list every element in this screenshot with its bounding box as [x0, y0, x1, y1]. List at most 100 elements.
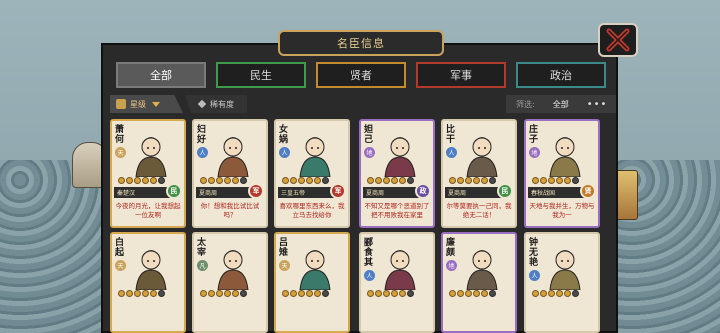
tab-military[interactable]: 军事 — [416, 62, 506, 88]
minister-quote: 喜欢哪里东西来么，我立马去找给你 — [279, 202, 345, 219]
star-icon — [134, 290, 141, 297]
close-icon — [606, 28, 630, 52]
star-icon — [572, 290, 579, 297]
minister-card[interactable]: 妲己地夏商周政不知又是哪个恶道别了把不用败我在家里 — [359, 119, 435, 228]
star-icon — [126, 290, 133, 297]
sort-by-star-dropdown[interactable]: 星级 — [110, 95, 183, 113]
sort-by-rarity-button[interactable]: 稀有度 — [185, 95, 247, 113]
star-icon — [134, 177, 141, 184]
minister-card[interactable]: 萧何天秦楚汉民今夜的月光，让我想起一位友啊 — [110, 119, 186, 228]
star-icon — [158, 290, 165, 297]
minister-name: 妲己 — [364, 125, 374, 145]
star-icon — [407, 177, 414, 184]
tab-all[interactable]: 全部 — [116, 62, 206, 88]
star-icon — [481, 290, 488, 297]
minister-card[interactable]: 郦食其人 — [359, 232, 435, 333]
rarity-label: 稀有度 — [210, 99, 234, 109]
star-icon — [208, 177, 215, 184]
star-icon — [126, 177, 133, 184]
star-icon — [489, 290, 496, 297]
character-portrait — [549, 250, 581, 290]
star-icon — [282, 290, 289, 297]
minister-card[interactable]: 太宰凡 — [192, 232, 268, 333]
minister-name: 太宰 — [197, 238, 207, 258]
diamond-icon — [197, 99, 207, 109]
filter-value: 全部 — [552, 99, 569, 109]
filter-dropdown[interactable]: 筛选: 全部 ••• — [506, 95, 616, 113]
star-icon — [481, 177, 488, 184]
star-icon — [391, 177, 398, 184]
dropdown-arrow-icon — [152, 101, 160, 107]
star-icon — [290, 177, 297, 184]
star-icon — [118, 177, 125, 184]
star-icon — [322, 177, 329, 184]
minister-card[interactable]: 女娲人三皇五帝军喜欢哪里东西来么，我立马去找给你 — [274, 119, 350, 228]
star-icon — [298, 290, 305, 297]
filter-bar: 星级 稀有度 筛选: 全部 ••• — [110, 95, 616, 113]
minister-name: 萧何 — [115, 125, 125, 145]
more-options-icon[interactable]: ••• — [587, 99, 608, 110]
category-badge: 政 — [415, 183, 431, 199]
minister-name: 妇好 — [197, 125, 207, 145]
star-icon — [216, 290, 223, 297]
minister-card[interactable]: 比干人夏商周民尔等莫要执一己同，我绝无二话！ — [441, 119, 517, 228]
character-portrait — [549, 137, 581, 177]
category-badge: 军 — [248, 183, 264, 199]
grade-seal: 地 — [529, 147, 540, 158]
star-icon — [399, 177, 406, 184]
character-portrait — [299, 250, 331, 290]
star-icon — [473, 177, 480, 184]
star-icon — [540, 177, 547, 184]
category-badge: 民 — [497, 183, 513, 199]
tab-sage[interactable]: 贤者 — [316, 62, 406, 88]
grade-seal: 天 — [115, 147, 126, 158]
star-icon — [224, 177, 231, 184]
star-rating — [118, 290, 182, 297]
grade-seal: 地 — [446, 260, 457, 271]
star-icon — [532, 290, 539, 297]
star-icon — [224, 290, 231, 297]
tab-livelihood[interactable]: 民生 — [216, 62, 306, 88]
minister-card[interactable]: 吕雉天 — [274, 232, 350, 333]
star-icon — [572, 177, 579, 184]
category-badge: 军 — [330, 183, 346, 199]
minister-card[interactable]: 妇好人夏商周军你！想和我比试比试吗？ — [192, 119, 268, 228]
grade-seal: 地 — [364, 147, 375, 158]
character-portrait — [299, 137, 331, 177]
minister-name: 庄子 — [529, 125, 539, 145]
minister-card[interactable]: 庄子地春秋战国贤天地与我并生，万物与我为一 — [524, 119, 600, 228]
star-rating — [532, 290, 596, 297]
minister-card[interactable]: 钟无艳人 — [524, 232, 600, 333]
star-icon — [548, 290, 555, 297]
star-icon — [158, 177, 165, 184]
star-icon — [532, 177, 539, 184]
close-button[interactable] — [598, 23, 638, 57]
minister-name: 钟无艳 — [529, 238, 539, 268]
minister-card[interactable]: 白起天 — [110, 232, 186, 333]
star-icon — [200, 177, 207, 184]
minister-card[interactable]: 廉颇地 — [441, 232, 517, 333]
grade-seal: 人 — [529, 270, 540, 281]
star-icon — [449, 290, 456, 297]
category-tabs: 全部 民生 贤者 军事 政治 — [116, 62, 606, 88]
tab-politics[interactable]: 政治 — [516, 62, 606, 88]
character-portrait — [466, 250, 498, 290]
star-icon — [367, 290, 374, 297]
minister-name: 女娲 — [279, 125, 289, 145]
star-icon — [383, 290, 390, 297]
minister-quote: 尔等莫要执一己同，我绝无二话！ — [446, 202, 512, 219]
star-icon — [407, 290, 414, 297]
grade-seal: 天 — [115, 260, 126, 271]
star-rating — [367, 290, 431, 297]
star-icon — [540, 290, 547, 297]
star-icon — [375, 290, 382, 297]
minister-name: 比干 — [446, 125, 456, 145]
minister-name: 白起 — [115, 238, 125, 258]
star-rating — [449, 290, 513, 297]
star-icon — [457, 177, 464, 184]
star-icon — [391, 290, 398, 297]
era-label: 春秋战国 — [528, 187, 586, 198]
star-rating — [282, 290, 346, 297]
star-icon — [150, 290, 157, 297]
character-portrait — [384, 137, 416, 177]
